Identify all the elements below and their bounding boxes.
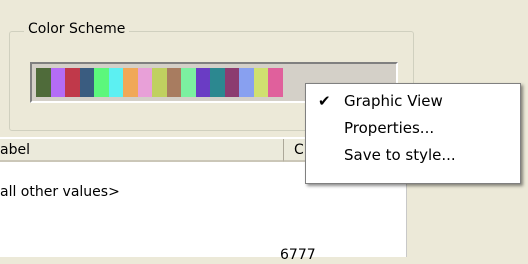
menu-item-graphic-view[interactable]: ✔ Graphic View	[306, 88, 520, 115]
color-swatch[interactable]	[268, 68, 283, 97]
list-row-value: 6777	[280, 247, 316, 263]
color-swatch[interactable]	[195, 68, 210, 97]
menu-item-label: Graphic View	[344, 92, 443, 110]
menu-item-properties[interactable]: Properties...	[306, 115, 520, 142]
color-swatch[interactable]	[50, 68, 65, 97]
color-swatch-strip[interactable]	[36, 68, 283, 97]
color-scheme-title: Color Scheme	[24, 20, 130, 38]
color-swatch[interactable]	[94, 68, 109, 97]
menu-item-save-to-style[interactable]: Save to style...	[306, 142, 520, 169]
color-swatch[interactable]	[224, 68, 239, 97]
color-swatch[interactable]	[36, 68, 51, 97]
menu-item-label: Properties...	[344, 119, 435, 137]
list-row-other-values[interactable]: all other values>	[0, 183, 120, 201]
color-swatch[interactable]	[152, 68, 167, 97]
color-swatch[interactable]	[181, 68, 196, 97]
color-swatch[interactable]	[65, 68, 80, 97]
color-swatch[interactable]	[239, 68, 254, 97]
color-swatch[interactable]	[210, 68, 225, 97]
color-swatch[interactable]	[253, 68, 268, 97]
color-swatch[interactable]	[108, 68, 123, 97]
color-swatch[interactable]	[79, 68, 94, 97]
color-swatch[interactable]	[166, 68, 181, 97]
context-menu: ✔ Graphic View Properties... Save to sty…	[305, 83, 521, 184]
color-swatch[interactable]	[123, 68, 138, 97]
menu-item-label: Save to style...	[344, 146, 456, 164]
checkmark-icon: ✔	[318, 92, 331, 110]
column-header-label[interactable]: abel	[0, 139, 284, 162]
color-swatch[interactable]	[137, 68, 152, 97]
